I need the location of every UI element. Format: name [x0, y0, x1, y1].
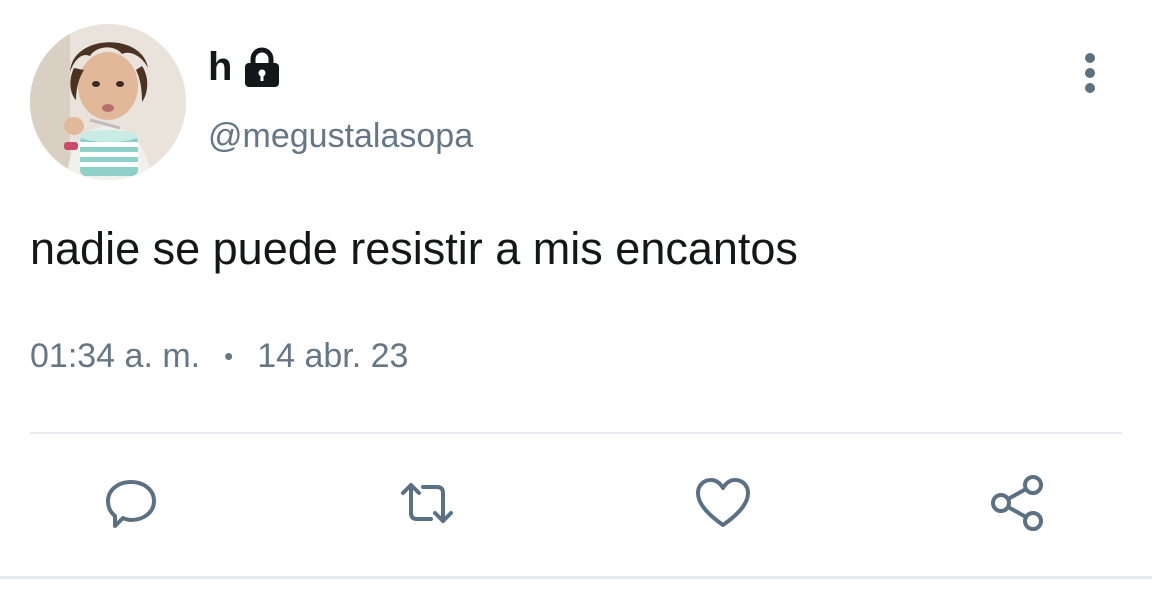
display-name-row: h	[208, 42, 282, 92]
like-button[interactable]	[688, 470, 758, 540]
reply-button[interactable]	[96, 470, 166, 540]
meta-separator: •	[224, 340, 234, 371]
share-button[interactable]	[982, 470, 1052, 540]
tweet-date[interactable]: 14 abr. 23	[257, 336, 408, 377]
retweet-button[interactable]	[392, 470, 462, 540]
bottom-divider	[0, 576, 1152, 579]
display-name[interactable]: h	[208, 47, 232, 87]
reply-icon	[101, 473, 161, 538]
more-options-button[interactable]	[1068, 50, 1112, 100]
action-bar	[0, 470, 1152, 540]
lock-icon	[242, 45, 282, 89]
more-vertical-icon	[1083, 51, 1097, 100]
tweet-detail: h @megustalasopa nadie se puede resistir…	[0, 0, 1152, 597]
avatar[interactable]	[30, 24, 186, 180]
share-icon	[985, 471, 1049, 540]
retweet-icon	[395, 473, 459, 538]
like-icon	[693, 473, 753, 538]
user-handle[interactable]: @megustalasopa	[208, 116, 473, 157]
tweet-time[interactable]: 01:34 a. m.	[30, 336, 200, 377]
divider	[30, 432, 1122, 434]
avatar-photo	[30, 24, 186, 180]
tweet-meta: 01:34 a. m. • 14 abr. 23	[30, 336, 408, 377]
tweet-text: nadie se puede resistir a mis encantos	[30, 223, 798, 274]
